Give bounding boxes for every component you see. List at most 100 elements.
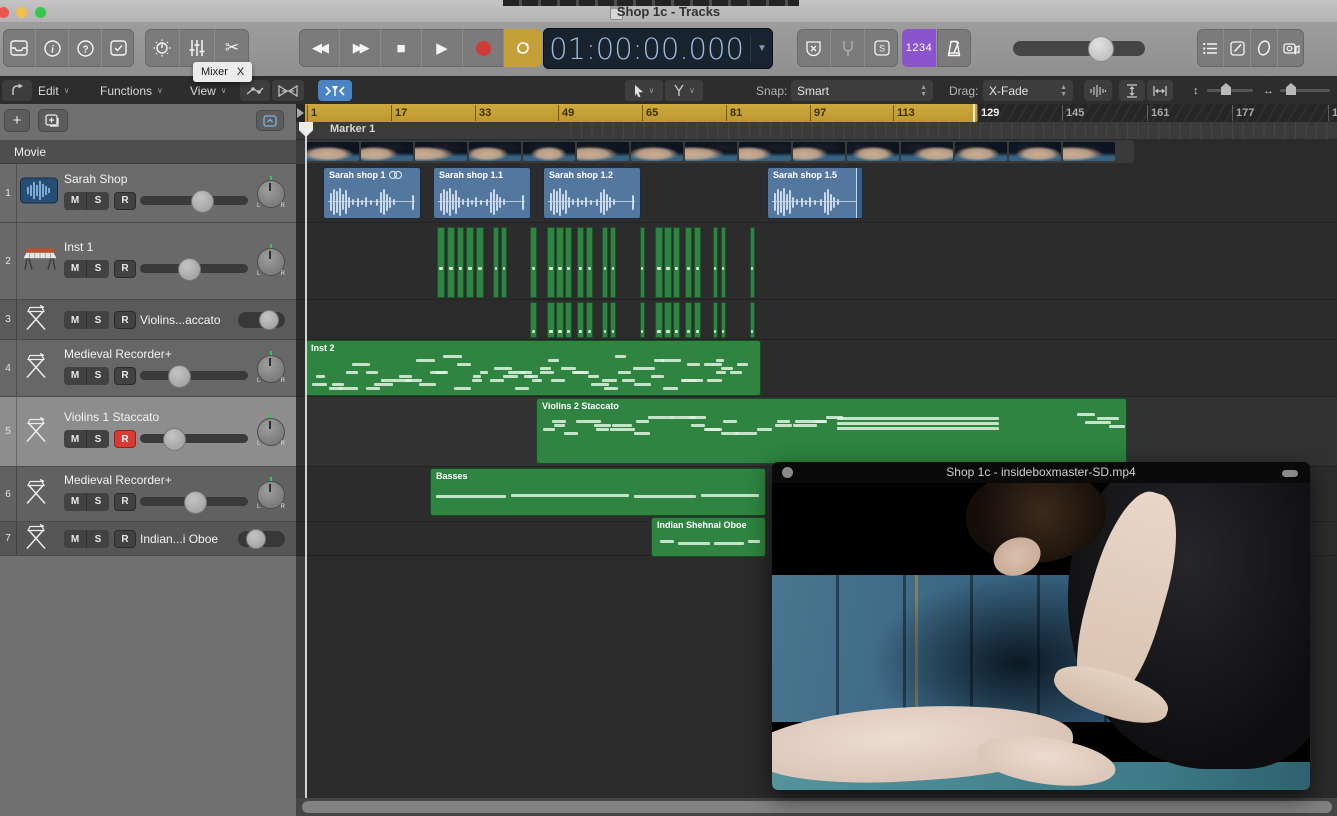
midi-bar-region[interactable] <box>457 227 464 298</box>
midi-bar-region[interactable] <box>750 227 755 298</box>
pan-knob[interactable]: LR <box>257 418 285 446</box>
solo-mode-icon[interactable]: S <box>865 29 898 67</box>
note-pads-icon[interactable] <box>1224 29 1251 67</box>
play-icon[interactable]: ▶ <box>422 29 463 67</box>
playhead[interactable] <box>305 122 307 798</box>
horizontal-zoom-thumb[interactable] <box>1286 83 1296 95</box>
smart-controls-icon[interactable] <box>145 29 180 67</box>
record-icon[interactable] <box>463 29 504 67</box>
midi-bar-region[interactable] <box>713 302 718 338</box>
lcd-chevron-down-icon[interactable]: ▼ <box>750 36 773 62</box>
menu-functions[interactable]: Functions∨ <box>100 80 163 101</box>
audio-region[interactable]: Sarah shop 1 <box>323 167 421 219</box>
mute-button[interactable]: M <box>64 430 86 448</box>
library-icon[interactable] <box>3 29 36 67</box>
tuner-fork-icon[interactable] <box>831 29 865 67</box>
movie-window-resize-button[interactable] <box>1282 470 1298 477</box>
movie-track-header[interactable]: Movie <box>0 141 296 164</box>
record-enable-button[interactable]: R <box>114 430 136 448</box>
rewind-icon[interactable]: ◀◀ <box>299 29 340 67</box>
track-volume-thumb[interactable] <box>184 491 207 514</box>
midi-bar-region[interactable] <box>664 302 672 338</box>
track-volume-slider[interactable] <box>140 371 248 380</box>
solo-button[interactable]: S <box>86 367 109 385</box>
horizontal-auto-zoom-icon[interactable] <box>1147 80 1173 101</box>
midi-bar-region[interactable] <box>664 227 672 298</box>
track-volume-thumb[interactable] <box>168 365 191 388</box>
midi-region[interactable]: Inst 2 <box>305 340 761 396</box>
duplicate-track-button[interactable] <box>38 109 68 132</box>
midi-bar-region[interactable] <box>673 302 680 338</box>
list-editors-icon[interactable] <box>1197 29 1224 67</box>
count-in-button[interactable]: 1234 <box>902 29 936 67</box>
track-name[interactable]: Indian...i Oboe <box>140 532 218 546</box>
track-volume-slider[interactable] <box>140 434 248 443</box>
mute-button[interactable]: M <box>64 367 86 385</box>
midi-bar-region[interactable] <box>602 227 608 298</box>
midi-bar-region[interactable] <box>466 227 474 298</box>
menu-view[interactable]: View∨ <box>190 80 227 101</box>
midi-bar-region[interactable] <box>655 227 663 298</box>
track-volume-slider[interactable] <box>140 497 248 506</box>
track-header-6[interactable]: 6Medieval Recorder+MSRLR <box>0 467 296 522</box>
lcd-display[interactable]: 01:00:00.000 ▼ <box>543 28 773 69</box>
track-header-config-button[interactable] <box>256 110 284 131</box>
record-enable-button[interactable]: R <box>114 311 136 329</box>
midi-bar-region[interactable] <box>640 302 645 338</box>
midi-bar-region[interactable] <box>721 302 726 338</box>
midi-bar-region[interactable] <box>694 227 701 298</box>
midi-bar-region[interactable] <box>447 227 455 298</box>
track-volume-slider[interactable] <box>140 264 248 273</box>
midi-bar-region[interactable] <box>750 302 755 338</box>
midi-bar-region[interactable] <box>547 302 555 338</box>
solo-button[interactable]: S <box>86 430 109 448</box>
track-volume-thumb[interactable] <box>163 428 186 451</box>
midi-bar-region[interactable] <box>476 227 484 298</box>
movie-window-titlebar[interactable]: Shop 1c - insideboxmaster-SD.mp4 <box>772 462 1310 483</box>
midi-bar-region[interactable] <box>602 302 608 338</box>
midi-bar-region[interactable] <box>437 227 445 298</box>
pan-knob[interactable]: LR <box>257 355 285 383</box>
midi-bar-region[interactable] <box>547 227 555 298</box>
metronome-icon[interactable] <box>937 29 971 67</box>
automation-icon[interactable] <box>240 80 270 101</box>
record-enable-button[interactable]: R <box>114 493 136 511</box>
track-name[interactable]: Violins 1 Staccato <box>64 410 159 424</box>
track-header-5[interactable]: 5Violins 1 StaccatoMSRLR <box>0 397 296 467</box>
mute-button[interactable]: M <box>64 260 86 278</box>
midi-bar-region[interactable] <box>577 302 584 338</box>
cycle-icon[interactable] <box>504 29 542 67</box>
add-track-button[interactable]: + <box>4 109 30 132</box>
track-mini-thumb[interactable] <box>246 529 266 549</box>
horizontal-zoom-slider[interactable] <box>1280 89 1330 92</box>
pan-knob[interactable]: LR <box>257 180 285 208</box>
replace-shield-icon[interactable] <box>797 29 831 67</box>
midi-bar-region[interactable] <box>685 302 692 338</box>
media-browser-icon[interactable] <box>1278 29 1304 67</box>
midi-bar-region[interactable] <box>493 227 499 298</box>
mute-button[interactable]: M <box>64 192 86 210</box>
record-enable-button[interactable]: R <box>114 367 136 385</box>
vertical-zoom-slider[interactable] <box>1207 89 1253 92</box>
midi-bar-region[interactable] <box>565 302 572 338</box>
bar-ruler[interactable]: 11733496581971131291451611771 <box>296 104 1337 122</box>
forward-icon[interactable]: ▶▶ <box>340 29 381 67</box>
track-mini-thumb[interactable] <box>259 310 279 330</box>
track-volume-thumb[interactable] <box>178 258 201 281</box>
audio-region[interactable]: Sarah shop 1.5 <box>767 167 863 219</box>
track-name[interactable]: Violins...accato <box>140 313 221 327</box>
midi-bar-region[interactable] <box>673 227 680 298</box>
midi-bar-region[interactable] <box>586 227 593 298</box>
midi-bar-region[interactable] <box>610 227 616 298</box>
track-volume-thumb[interactable] <box>191 190 214 213</box>
midi-region[interactable]: Indian Shehnai Oboe <box>651 517 766 557</box>
track-mini-slider[interactable] <box>238 531 285 547</box>
inspector-icon[interactable]: i <box>36 29 69 67</box>
stop-icon[interactable]: ■ <box>381 29 422 67</box>
left-click-tool-button[interactable]: ∨ <box>625 80 663 101</box>
record-enable-button[interactable]: R <box>114 192 136 210</box>
vertical-auto-zoom-icon[interactable] <box>1119 80 1145 101</box>
track-header-7[interactable]: 7MSRIndian...i Oboe <box>0 522 296 556</box>
mute-button[interactable]: M <box>64 311 86 329</box>
record-enable-button[interactable]: R <box>114 530 136 548</box>
